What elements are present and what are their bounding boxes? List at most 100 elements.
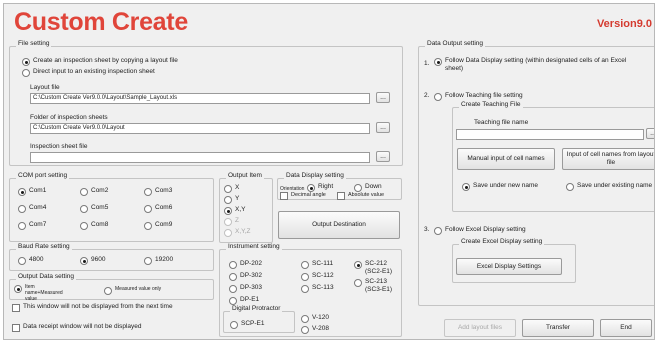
radio-dp-303[interactable]: DP-303 — [229, 284, 262, 293]
radio-dot[interactable] — [80, 222, 88, 230]
radio-item-xy[interactable]: X,Y — [224, 206, 245, 215]
radio-dot[interactable] — [80, 205, 88, 213]
radio-com2[interactable]: Com2 — [80, 187, 108, 196]
radio-baud-4800[interactable]: 4800 — [18, 256, 43, 265]
transfer-button[interactable]: Transfer — [522, 319, 594, 337]
sheet-file-label: Inspection sheet file — [30, 143, 88, 150]
radio-sc-213[interactable]: SC-213 (SC3-E1) — [354, 278, 401, 294]
radio-dot[interactable] — [229, 285, 237, 293]
radio-save-new[interactable]: Save under new name — [462, 182, 539, 191]
radio-dot[interactable] — [80, 257, 88, 265]
radio-dot[interactable] — [14, 285, 22, 293]
folder-browse-button[interactable]: ... — [376, 122, 390, 133]
checkbox-box[interactable] — [280, 192, 288, 200]
radio-dot[interactable] — [18, 188, 26, 196]
radio-sc-111[interactable]: SC-111 — [301, 260, 333, 269]
radio-dp-e1[interactable]: DP-E1 — [229, 296, 259, 305]
radio-dot[interactable] — [18, 222, 26, 230]
radio-dot[interactable] — [301, 285, 309, 293]
radio-save-existing[interactable]: Save under existing name — [566, 182, 654, 191]
radio-dot[interactable] — [104, 287, 112, 295]
radio-measured-only[interactable]: Measured value only — [104, 286, 161, 295]
radio-dp-302[interactable]: DP-302 — [229, 272, 262, 281]
radio-dot[interactable] — [18, 257, 26, 265]
radio-baud-19200[interactable]: 19200 — [144, 256, 173, 265]
radio-dot[interactable] — [224, 196, 232, 204]
radio-dp-202[interactable]: DP-202 — [229, 260, 262, 269]
sheet-browse-button[interactable]: ... — [376, 151, 390, 162]
radio-item-z[interactable]: Z — [224, 217, 239, 226]
radio-dot[interactable] — [22, 58, 30, 66]
radio-item-x[interactable]: X — [224, 184, 239, 193]
radio-dot[interactable] — [229, 261, 237, 269]
radio-sc-112[interactable]: SC-112 — [301, 272, 334, 281]
radio-com3[interactable]: Com3 — [144, 187, 172, 196]
checkbox-no-receipt[interactable]: Data receipt window will not be displaye… — [12, 323, 142, 332]
radio-item-xyz[interactable]: X,Y,Z — [224, 228, 250, 237]
end-button[interactable]: End — [600, 319, 652, 337]
radio-item-y[interactable]: Y — [224, 195, 239, 204]
radio-dot[interactable] — [18, 205, 26, 213]
layout-file-field[interactable]: C:\Custom Create Ver9.0.0\Layout\Sample_… — [30, 93, 370, 104]
radio-follow-display[interactable]: Follow Data Display setting (within desi… — [434, 57, 645, 73]
radio-dot[interactable] — [434, 227, 442, 235]
radio-dot[interactable] — [434, 93, 442, 101]
output-destination-button[interactable]: Output Destination — [278, 211, 400, 239]
radio-v-208[interactable]: V-208 — [301, 325, 329, 334]
radio-dot[interactable] — [462, 183, 470, 191]
sheet-file-field[interactable] — [30, 152, 370, 163]
checkbox-absolute[interactable]: Absolute value — [337, 191, 384, 200]
radio-scp-e1[interactable]: SCP-E1 — [230, 320, 264, 329]
radio-dot[interactable] — [80, 188, 88, 196]
checkbox-box[interactable] — [337, 192, 345, 200]
radio-dot[interactable] — [566, 183, 574, 191]
radio-com7[interactable]: Com7 — [18, 221, 46, 230]
radio-dot[interactable] — [224, 218, 232, 226]
folder-field[interactable]: C:\Custom Create Ver9.0.0\Layout — [30, 123, 370, 134]
teaching-browse-button[interactable]: ... — [646, 128, 654, 139]
manual-input-button[interactable]: Manual input of cell names — [457, 148, 555, 170]
radio-dot[interactable] — [144, 222, 152, 230]
checkbox-box[interactable] — [12, 304, 20, 312]
radio-follow-teaching[interactable]: Follow Teaching file setting — [434, 92, 523, 101]
radio-dot[interactable] — [301, 315, 309, 323]
radio-copy-layout[interactable]: Create an inspection sheet by copying a … — [22, 57, 178, 66]
radio-dot[interactable] — [229, 297, 237, 305]
radio-dot[interactable] — [354, 261, 362, 269]
radio-dot[interactable] — [354, 279, 362, 287]
radio-follow-excel[interactable]: Follow Excel Display setting — [434, 226, 526, 235]
radio-com9[interactable]: Com9 — [144, 221, 172, 230]
teaching-name-field[interactable] — [456, 129, 644, 140]
radio-com8[interactable]: Com8 — [80, 221, 108, 230]
radio-baud-9600[interactable]: 9600 — [80, 256, 105, 265]
radio-dot[interactable] — [301, 273, 309, 281]
radio-sc-113[interactable]: SC-113 — [301, 284, 334, 293]
radio-sc-212[interactable]: SC-212 (SC2-E1) — [354, 260, 401, 276]
radio-dot[interactable] — [301, 261, 309, 269]
radio-dot[interactable] — [144, 205, 152, 213]
excel-display-settings-button[interactable]: Excel Display Settings — [456, 258, 562, 275]
radio-dot[interactable] — [301, 326, 309, 334]
radio-item-measured[interactable]: Item name+Measured value — [14, 284, 73, 302]
radio-com4[interactable]: Com4 — [18, 204, 46, 213]
radio-com6[interactable]: Com6 — [144, 204, 172, 213]
radio-dot[interactable] — [224, 229, 232, 237]
radio-v-120[interactable]: V-120 — [301, 314, 329, 323]
radio-dot[interactable] — [434, 58, 442, 66]
radio-dot[interactable] — [224, 185, 232, 193]
radio-dot[interactable] — [230, 321, 238, 329]
radio-com1[interactable]: Com1 — [18, 187, 46, 196]
radio-dot[interactable] — [144, 188, 152, 196]
layout-input-button[interactable]: Input of cell names from layout file — [562, 148, 654, 170]
layout-browse-button[interactable]: ... — [376, 92, 390, 103]
radio-dot[interactable] — [144, 257, 152, 265]
radio-com5[interactable]: Com5 — [80, 204, 108, 213]
radio-dot[interactable] — [22, 69, 30, 77]
checkbox-no-display[interactable]: This window will not be displayed from t… — [12, 303, 173, 312]
radio-dot[interactable] — [224, 207, 232, 215]
checkbox-decimal[interactable]: Decimal angle — [280, 191, 326, 200]
radio-dot[interactable] — [229, 273, 237, 281]
radio-direct-input[interactable]: Direct input to an existing inspection s… — [22, 68, 155, 77]
add-layout-files-button[interactable]: Add layout files — [444, 319, 516, 337]
checkbox-box[interactable] — [12, 324, 20, 332]
